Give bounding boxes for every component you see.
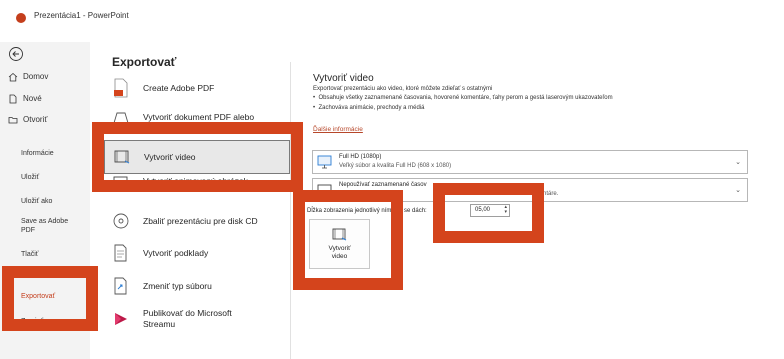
video-icon: [114, 150, 130, 164]
quality-dropdown[interactable]: Full HD (1080p) Veľký súbor a kvalita Fu…: [312, 150, 748, 174]
video-icon: [332, 228, 347, 241]
pdf-xps-icon: [113, 112, 129, 124]
sidebar-item-export[interactable]: Exportovať: [21, 292, 55, 301]
option-package-cd[interactable]: Zbaliť prezentáciu pre disk CD: [104, 204, 290, 238]
sidebar-item-close[interactable]: Zavrieť: [21, 317, 43, 326]
file-type-icon: [114, 277, 127, 295]
backstage-sidebar: Domov Nové Otvoriť Informácie Uložiť Ulo…: [0, 42, 91, 359]
gif-icon: [113, 176, 128, 188]
timings-value: Nepoužívať zaznamenané časov: [339, 182, 427, 188]
page-title: Exportovať: [112, 55, 177, 69]
sidebar-item-new[interactable]: Nové: [8, 94, 42, 104]
sidebar-item-save[interactable]: Uložiť: [21, 173, 39, 182]
handouts-icon: [114, 244, 127, 262]
option-create-animated-gif[interactable]: Vytvoriť animovaný obrázok: [104, 170, 290, 192]
back-arrow-icon[interactable]: [8, 46, 24, 62]
chevron-down-icon: ⌄: [735, 187, 741, 194]
quality-subtext: Veľký súbor a kvalita Full HD (608 x 108…: [339, 163, 452, 169]
sidebar-item-save-adobe-pdf[interactable]: Save as Adobe PDF: [21, 217, 83, 235]
option-label: Zmeniť typ súboru: [143, 280, 212, 291]
more-info-link[interactable]: Ďalšie informácie: [313, 126, 363, 133]
option-publish-stream[interactable]: Publikovať do Microsoft Streamu: [104, 304, 290, 334]
powerpoint-logo-icon: [16, 13, 26, 23]
monitor-icon: [317, 155, 332, 169]
option-label: Publikovať do Microsoft Streamu: [143, 308, 232, 329]
sidebar-item-print[interactable]: Tlačiť: [21, 250, 38, 259]
create-video-button[interactable]: Vytvoriť video: [309, 219, 370, 269]
cd-icon: [113, 213, 129, 229]
bullet-item: • Zachováva animácie, prechody a médiá: [313, 105, 425, 111]
sidebar-item-label: Nové: [23, 94, 42, 103]
timings-subtext: dne časov ani hovorené komentáre.: [463, 191, 559, 197]
timings-icon: [317, 184, 332, 197]
bullet-item: • Obsahuje všetky zaznamenané časovania,…: [313, 95, 613, 101]
sidebar-item-info[interactable]: Informácie: [21, 149, 54, 158]
option-change-file-type[interactable]: Zmeniť typ súboru: [104, 269, 290, 303]
chevron-down-icon: ⌄: [735, 159, 741, 166]
sidebar-item-label: Domov: [23, 72, 49, 81]
create-video-label: Vytvoriť video: [328, 245, 351, 260]
option-label: Zbaliť prezentáciu pre disk CD: [143, 215, 258, 226]
panel-divider: [290, 62, 291, 359]
duration-label: Dĺžka zobrazenia jednotlivý nímok v se d…: [307, 208, 427, 214]
video-description: Exportovať prezentáciu ako video, ktoré …: [313, 86, 493, 92]
sidebar-item-save-as[interactable]: Uložiť ako: [21, 197, 52, 206]
home-icon: [8, 72, 18, 82]
sidebar-item-open[interactable]: Otvoriť: [8, 115, 47, 125]
option-label: Vytvoriť podklady: [143, 247, 209, 258]
sidebar-item-label: Otvoriť: [23, 115, 48, 124]
option-label: Vytvoriť dokument PDF alebo: [143, 111, 255, 122]
window-title: Prezentácia1 - PowerPoint: [34, 11, 129, 20]
folder-icon: [8, 117, 18, 124]
video-export-panel: Vytvoriť video Exportovať prezentáciu ak…: [299, 42, 784, 359]
stream-icon: [115, 313, 127, 325]
quality-value: Full HD (1080p): [339, 154, 382, 160]
option-label: Vytvoriť video: [144, 151, 196, 162]
video-title: Vytvoriť video: [313, 73, 374, 84]
duration-input[interactable]: 05,00 ▴ ▾: [470, 204, 510, 217]
new-document-icon: [9, 94, 17, 104]
duration-value: 05,00: [475, 207, 491, 213]
sidebar-item-home[interactable]: Domov: [8, 72, 48, 82]
timings-dropdown[interactable]: Nepoužívať zaznamenané časov dne časov a…: [312, 178, 748, 202]
export-options-panel: Exportovať Create Adobe PDF Vytvoriť dok…: [90, 42, 290, 359]
option-label: Create Adobe PDF: [143, 82, 215, 93]
option-create-video[interactable]: Vytvoriť video: [104, 140, 290, 174]
option-label: Vytvoriť animovaný obrázok: [143, 175, 248, 186]
adobe-pdf-icon: [114, 78, 128, 98]
spinner-icon[interactable]: ▴ ▾: [504, 205, 507, 215]
option-create-pdf-xps[interactable]: Vytvoriť dokument PDF alebo: [104, 100, 290, 134]
option-create-handouts[interactable]: Vytvoriť podklady: [104, 236, 290, 270]
title-bar: Prezentácia1 - PowerPoint: [0, 0, 784, 42]
